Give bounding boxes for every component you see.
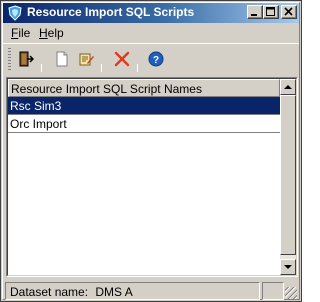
delete-x-icon xyxy=(114,51,130,67)
menu-help[interactable]: Help xyxy=(39,26,64,40)
toolbar-separator xyxy=(41,64,42,72)
svg-text:?: ? xyxy=(153,55,159,66)
close-button[interactable] xyxy=(281,5,297,19)
resize-grip[interactable] xyxy=(285,287,297,299)
status-bar: Dataset name: DMS A xyxy=(3,281,299,301)
edit-document-icon xyxy=(79,53,94,66)
maximize-button[interactable] xyxy=(263,5,279,19)
list-item[interactable]: Orc Import xyxy=(8,115,280,133)
column-header-script-names[interactable]: Resource Import SQL Script Names xyxy=(8,79,280,97)
menu-file-label: ile xyxy=(18,26,31,40)
toolbar-separator xyxy=(137,64,138,72)
list-item[interactable]: Rsc Sim3 xyxy=(8,97,280,115)
toolbar: ? xyxy=(3,43,299,73)
scroll-up-button[interactable] xyxy=(280,79,296,95)
menu-bar: File Help xyxy=(3,24,299,42)
status-dataset-panel: Dataset name: DMS A xyxy=(5,282,260,300)
menu-help-accel: H xyxy=(39,26,48,40)
delete-button[interactable] xyxy=(111,48,133,70)
status-dataset-value: DMS A xyxy=(95,285,133,299)
scroll-thumb[interactable] xyxy=(280,95,296,255)
scroll-down-button[interactable] xyxy=(280,259,296,275)
app-shield-icon xyxy=(7,5,23,21)
script-list[interactable]: Resource Import SQL Script Names Rsc Sim… xyxy=(6,77,298,277)
new-document-icon xyxy=(56,51,68,67)
status-empty-panel xyxy=(262,282,284,300)
minimize-button[interactable] xyxy=(247,5,263,19)
title-bar[interactable]: Resource Import SQL Scripts xyxy=(3,3,299,23)
menu-help-label: elp xyxy=(47,26,64,40)
script-list-frame: Resource Import SQL Script Names Rsc Sim… xyxy=(7,78,297,276)
new-button[interactable] xyxy=(51,48,73,70)
window-title: Resource Import SQL Scripts xyxy=(27,5,195,19)
main-window: Resource Import SQL Scripts File Help ? … xyxy=(0,0,302,302)
toolbar-separator xyxy=(101,64,102,72)
exit-door-icon xyxy=(19,51,34,67)
help-icon: ? xyxy=(148,51,164,67)
edit-button[interactable] xyxy=(75,48,97,70)
arrow-up-icon xyxy=(284,85,292,89)
exit-button[interactable] xyxy=(15,48,37,70)
help-button[interactable]: ? xyxy=(145,48,167,70)
toolbar-grip[interactable] xyxy=(8,48,11,70)
menu-file[interactable]: File xyxy=(11,26,30,40)
status-dataset-label: Dataset name: xyxy=(10,285,89,299)
vertical-scrollbar[interactable] xyxy=(280,79,296,275)
arrow-down-icon xyxy=(284,265,292,269)
